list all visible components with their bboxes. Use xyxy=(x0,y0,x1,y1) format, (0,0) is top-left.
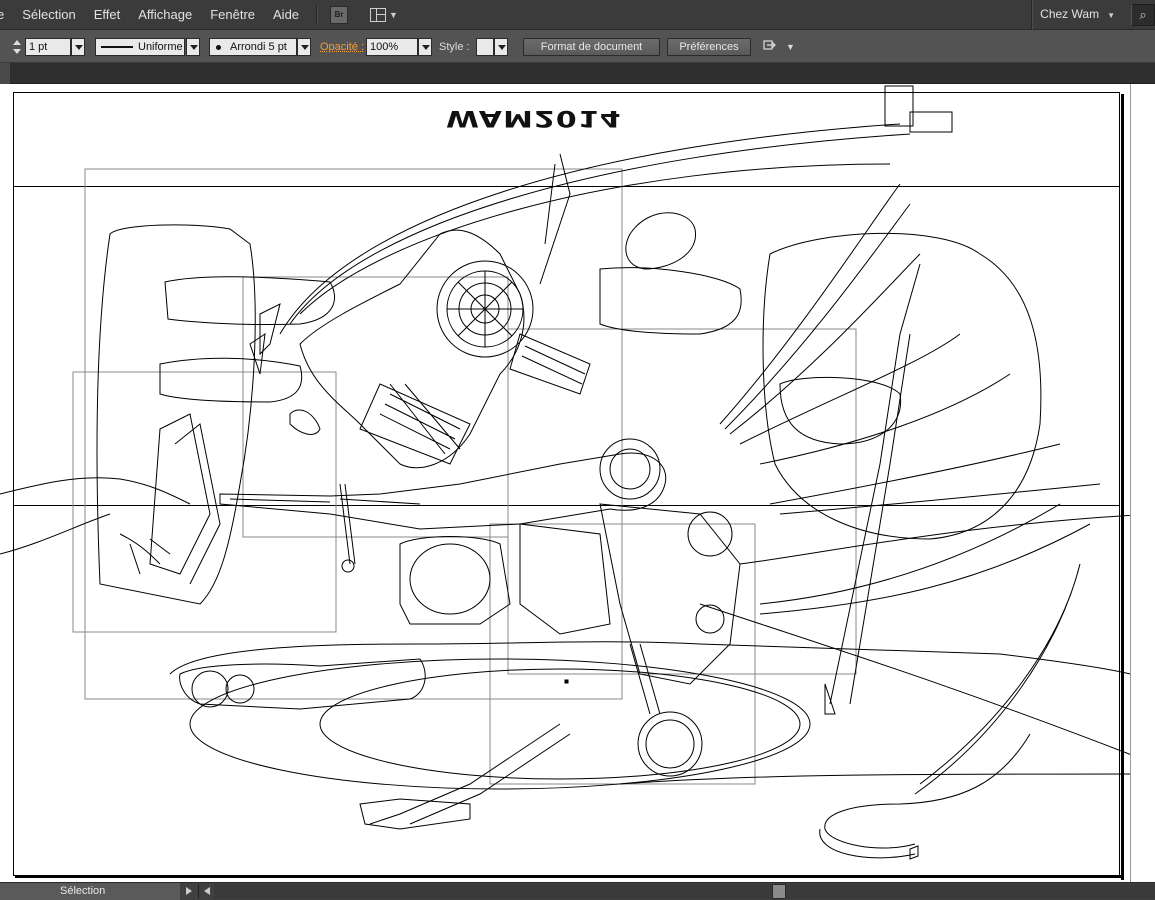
horizontal-scroll-thumb[interactable] xyxy=(772,884,786,899)
arrow-down-icon xyxy=(13,49,21,54)
search-icon[interactable]: ⌕ xyxy=(1131,4,1155,26)
current-tool-status[interactable]: Sélection xyxy=(0,883,180,900)
arrow-up-icon xyxy=(13,40,21,45)
artwork-title: WAM2014 xyxy=(446,105,622,131)
stroke-line-icon xyxy=(101,46,133,48)
menu-edit[interactable]: e xyxy=(0,0,13,30)
status-bar: Sélection xyxy=(0,882,1155,900)
artboard-canvas[interactable]: WAM2014 xyxy=(0,84,1130,882)
vertical-scrollbar[interactable] xyxy=(1130,84,1155,882)
menu-separator xyxy=(316,5,319,24)
menu-separator xyxy=(1031,0,1033,30)
graphic-style-dropdown[interactable] xyxy=(494,38,508,56)
menu-help[interactable]: Aide xyxy=(264,0,308,30)
menu-selection[interactable]: Sélection xyxy=(13,0,84,30)
document-tab[interactable] xyxy=(0,63,10,84)
menu-effect[interactable]: Effet xyxy=(85,0,130,30)
brush-dot-icon xyxy=(216,45,221,50)
preferences-button[interactable]: Préférences xyxy=(667,38,751,56)
status-separator xyxy=(198,884,199,899)
scroll-left-icon[interactable] xyxy=(204,887,210,895)
status-menu-arrow-icon[interactable] xyxy=(186,887,192,895)
bridge-icon[interactable]: Br xyxy=(330,5,349,24)
opacity-dropdown[interactable] xyxy=(418,38,432,56)
chevron-down-icon: ▼ xyxy=(389,9,398,20)
workspace-switcher[interactable]: Chez Wam ▼ xyxy=(1040,0,1115,30)
opacity-label[interactable]: Opacité : xyxy=(320,38,364,56)
document-setup-button[interactable]: Format de document xyxy=(523,38,660,56)
opacity-input[interactable]: 100% xyxy=(366,38,418,56)
stroke-profile-dropdown[interactable] xyxy=(186,38,200,56)
illustrator-window: e Sélection Effet Affichage Fenêtre Aide… xyxy=(0,0,1155,900)
panel-menu-icon[interactable]: ▼ xyxy=(786,38,796,56)
arrange-documents-button[interactable]: ▼ xyxy=(370,7,398,22)
chevron-down-icon: ▼ xyxy=(1107,11,1115,20)
stroke-weight-dropdown[interactable] xyxy=(71,38,85,56)
scroll-track[interactable] xyxy=(1131,84,1155,882)
control-bar: 1 pt Uniforme Arrondi 5 pt Opacité : 100… xyxy=(0,30,1155,63)
workspace-label: Chez Wam xyxy=(1040,7,1100,21)
menu-window[interactable]: Fenêtre xyxy=(201,0,264,30)
brush-select[interactable]: Arrondi 5 pt xyxy=(209,38,297,56)
current-tool-label: Sélection xyxy=(60,885,106,897)
stroke-weight-input[interactable]: 1 pt xyxy=(25,38,71,56)
brush-label: Arrondi 5 pt xyxy=(230,41,287,53)
stroke-profile-label: Uniforme xyxy=(138,41,183,53)
stroke-profile-select[interactable]: Uniforme xyxy=(95,38,185,56)
stroke-weight-stepper[interactable] xyxy=(10,38,24,56)
document-tab-strip xyxy=(0,63,1155,84)
menu-view[interactable]: Affichage xyxy=(129,0,201,30)
horizontal-scrollbar[interactable] xyxy=(214,884,1155,899)
style-label: Style : xyxy=(439,41,470,53)
align-options-icon[interactable] xyxy=(763,38,777,56)
graphic-style-swatch[interactable] xyxy=(476,38,494,56)
menu-bar: e Sélection Effet Affichage Fenêtre Aide… xyxy=(0,0,1155,30)
outline-artwork[interactable] xyxy=(0,84,1130,882)
brush-dropdown[interactable] xyxy=(297,38,311,56)
arrange-documents-icon xyxy=(370,7,387,22)
